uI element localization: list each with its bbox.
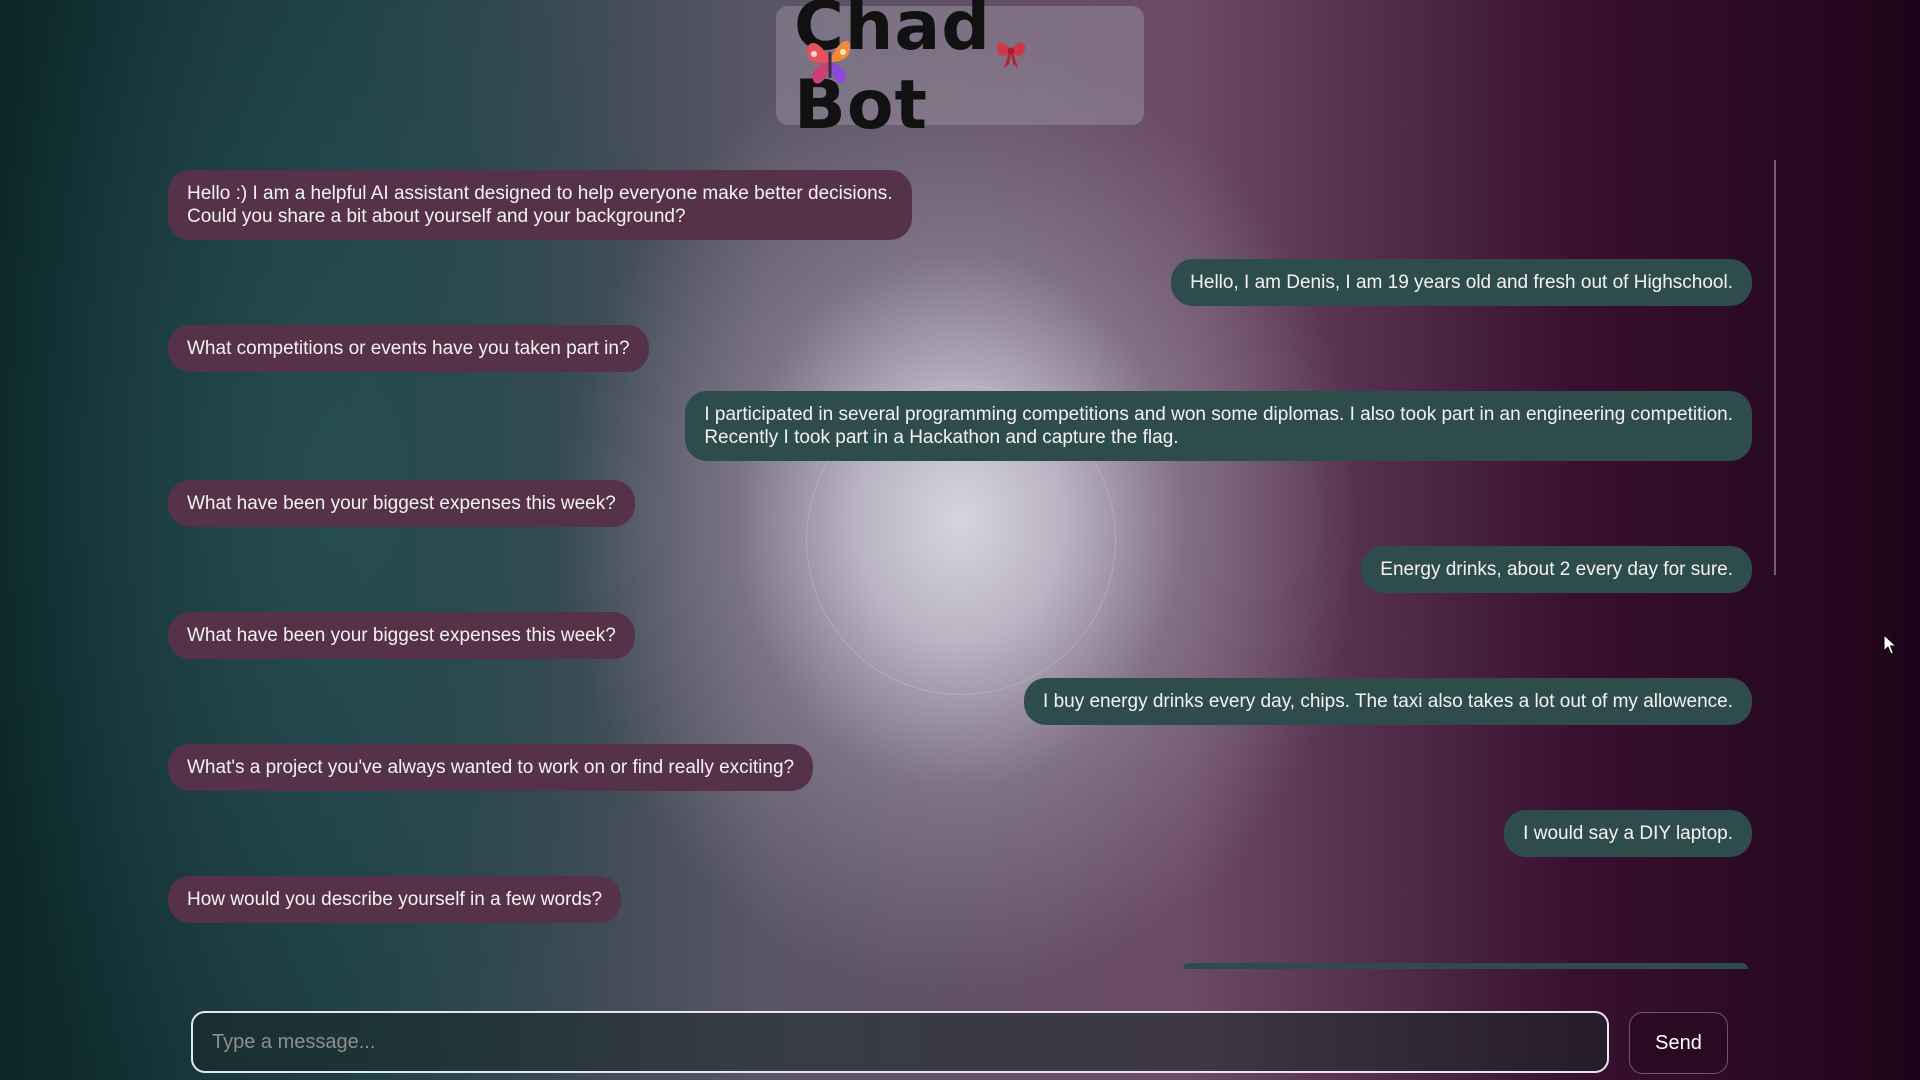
send-button[interactable]: Send — [1629, 1012, 1728, 1074]
user-message-row: I would say a DIY laptop. — [168, 810, 1752, 857]
bot-message-row: What's a project you've always wanted to… — [168, 744, 1752, 791]
bot-message-bubble: Hello :) I am a helpful AI assistant des… — [168, 170, 912, 240]
bow-icon — [996, 42, 1026, 68]
bot-message-row: What have been your biggest expenses thi… — [168, 612, 1752, 659]
bot-message-row: What have been your biggest expenses thi… — [168, 480, 1752, 527]
chat-history[interactable]: Hello :) I am a helpful AI assistant des… — [168, 170, 1752, 968]
user-message-row: Hello, I am Denis, I am 19 years old and… — [168, 259, 1752, 306]
user-message-bubble: Hello, I am Denis, I am 19 years old and… — [1171, 259, 1752, 306]
bot-message-bubble: What have been your biggest expenses thi… — [168, 612, 635, 659]
bot-message-row: Hello :) I am a helpful AI assistant des… — [168, 170, 1752, 240]
partial-user-message — [1183, 963, 1748, 969]
user-message-row: I participated in several programming co… — [168, 391, 1752, 461]
bot-message-bubble: How would you describe yourself in a few… — [168, 876, 622, 923]
message-input[interactable] — [193, 1013, 1607, 1071]
user-message-row: Energy drinks, about 2 every day for sur… — [168, 546, 1752, 593]
mouse-cursor-icon — [1883, 634, 1897, 655]
user-message-row: I buy energy drinks every day, chips. Th… — [168, 678, 1752, 725]
butterfly-icon — [807, 40, 851, 84]
chat-scrollbar[interactable] — [1774, 160, 1776, 575]
bot-message-row: What competitions or events have you tak… — [168, 325, 1752, 372]
user-message-bubble: I participated in several programming co… — [685, 391, 1752, 461]
user-message-bubble: I buy energy drinks every day, chips. Th… — [1024, 678, 1752, 725]
user-message-bubble: Energy drinks, about 2 every day for sur… — [1361, 546, 1752, 593]
bot-message-row: How would you describe yourself in a few… — [168, 876, 1752, 923]
message-input-wrapper — [191, 1011, 1609, 1073]
bot-message-bubble: What's a project you've always wanted to… — [168, 744, 814, 791]
bot-message-bubble: What competitions or events have you tak… — [168, 325, 649, 372]
bot-message-bubble: What have been your biggest expenses thi… — [168, 480, 635, 527]
user-message-bubble: I would say a DIY laptop. — [1504, 810, 1752, 857]
